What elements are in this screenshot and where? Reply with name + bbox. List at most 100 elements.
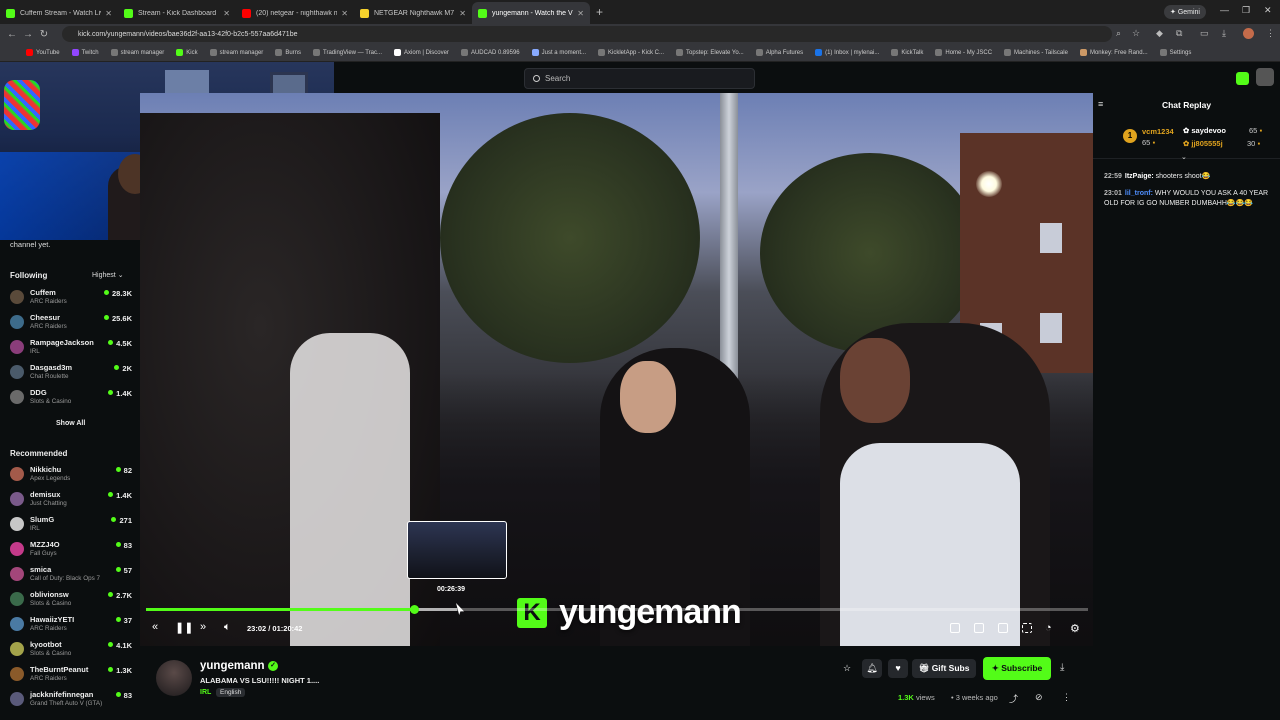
recommended-channel[interactable]: kyootbot Slots & Casino 4.1K <box>10 639 132 661</box>
following-channel[interactable]: Cuffem ARC Raiders 28.3K <box>10 287 132 309</box>
maximize-icon[interactable]: ❐ <box>1242 5 1250 16</box>
gemini-button[interactable]: ✦ Gemini <box>1164 5 1206 19</box>
fast-forward-icon[interactable]: » <box>200 621 206 633</box>
rewind-icon[interactable]: « <box>152 621 158 633</box>
star-icon[interactable]: ☆ <box>1132 28 1140 39</box>
fullscreen-icon[interactable] <box>1022 623 1032 633</box>
bell-icon[interactable]: 🔔︎ <box>862 659 882 678</box>
gift-subs-button[interactable]: 🎁︎ Gift Subs <box>912 659 976 678</box>
bookmark[interactable]: Just a moment... <box>531 49 586 56</box>
volume-icon[interactable]: 🔈︎ <box>224 621 231 634</box>
bookmark[interactable]: Settings <box>1159 49 1191 56</box>
recommended-channel[interactable]: smica Call of Duty: Black Ops 7 57 <box>10 564 132 586</box>
clip-icon[interactable] <box>974 623 984 633</box>
menu-dots-icon[interactable]: ⋮ <box>1266 28 1275 39</box>
bookmark[interactable]: Kick <box>176 49 198 56</box>
browser-tab-2[interactable]: Stream - Kick Dashboard ✕ <box>118 2 236 24</box>
channel-avatar[interactable] <box>156 660 192 696</box>
bookmark-icon <box>755 49 763 56</box>
bookmark[interactable]: Alpha Futures <box>755 49 803 56</box>
seek-bar[interactable] <box>146 605 1088 614</box>
video-player[interactable]: 00:26:39 K yungemann « ❚❚ » 🔈︎ 23:02 / 0… <box>140 93 1093 646</box>
search-input[interactable]: Search <box>524 68 755 89</box>
download-icon[interactable]: ⤓ <box>1060 662 1064 673</box>
minimize-icon[interactable]: — <box>1220 5 1229 15</box>
sort-dropdown[interactable]: Highest ⌄ <box>92 271 124 279</box>
bookmark[interactable]: Burns <box>275 49 301 56</box>
recommended-channel[interactable]: MZZJ4O Fall Guys 83 <box>10 539 132 561</box>
recommended-channel[interactable]: TheBurntPeanut ARC Raiders 1.3K <box>10 664 132 686</box>
bookmark[interactable]: AUDCAD 0.89596 <box>460 49 520 56</box>
message-user[interactable]: ItzPaige: <box>1125 173 1154 180</box>
gifter-name[interactable]: vcm1234 <box>1142 127 1174 136</box>
share-icon[interactable]: ⤴ <box>1009 692 1018 705</box>
profile-avatar[interactable] <box>1243 28 1254 39</box>
language-tag[interactable]: English <box>216 688 246 697</box>
recommended-channel[interactable]: oblivionsw Slots & Casino 2.7K <box>10 589 132 611</box>
speed-icon[interactable]: ◔ <box>1045 622 1052 634</box>
bookmark[interactable]: Twitch <box>71 49 99 56</box>
message-user[interactable]: lil_tronf: <box>1125 190 1153 197</box>
show-all-button[interactable]: Show All <box>56 420 85 427</box>
kick-logo-icon[interactable] <box>1236 72 1249 85</box>
user-avatar[interactable] <box>1256 68 1274 86</box>
new-tab-button[interactable]: + <box>596 5 603 19</box>
viewer-count: 4.1K <box>108 641 132 650</box>
channel-name[interactable]: yungemann <box>200 660 265 672</box>
close-tab-icon[interactable]: ✕ <box>105 9 112 18</box>
recommended-channel[interactable]: demisux Just Chatting 1.4K <box>10 489 132 511</box>
reload-icon[interactable]: ↻ <box>36 29 52 40</box>
bookmark[interactable]: YouTube <box>26 49 60 56</box>
bookmark-icon <box>1079 49 1087 56</box>
star-icon[interactable]: ☆ <box>837 659 857 678</box>
following-channel[interactable]: Dasgasd3m Chat Roulette 2K <box>10 362 132 384</box>
theater-mode-icon[interactable] <box>998 623 1008 633</box>
gifter-entry[interactable]: ✿ saydevoo <box>1183 126 1226 135</box>
forward-icon[interactable]: → <box>20 29 36 40</box>
following-channel[interactable]: Cheesur ARC Raiders 25.6K <box>10 312 132 334</box>
following-channel[interactable]: RampageJackson IRL 4.5K <box>10 337 132 359</box>
mini-player-icon[interactable] <box>950 623 960 633</box>
browser-tab-3[interactable]: (20) netgear - nighthawk m7 p✕ <box>236 2 354 24</box>
close-tab-icon[interactable]: ✕ <box>459 9 466 18</box>
browser-tab-4[interactable]: NETGEAR Nighthawk M7 Pro W ✕ <box>354 2 472 24</box>
bookmark[interactable]: Home - My JSCC <box>935 49 992 56</box>
back-icon[interactable]: ← <box>4 29 20 40</box>
bookmark[interactable]: Topstep: Elevate Yo... <box>676 49 744 56</box>
bookmark[interactable]: Monkey: Free Rand... <box>1079 49 1148 56</box>
bookmark[interactable]: (1) Inbox | mylenai... <box>815 49 879 56</box>
puzzle-icon[interactable]: ⧉ <box>1176 28 1182 39</box>
more-options-icon[interactable]: ⋮ <box>1062 692 1071 703</box>
download-icon[interactable]: ⤓ <box>1222 28 1226 39</box>
close-tab-icon[interactable]: ✕ <box>223 9 230 18</box>
gear-icon[interactable]: ⚙ <box>1070 622 1080 635</box>
gifter-entry[interactable]: ✿ jj805555j <box>1183 139 1223 148</box>
bookmark[interactable]: Axiom | Discover <box>394 49 449 56</box>
browser-tab-5[interactable]: yungemann - Watch the V ✕ <box>472 2 590 24</box>
pause-icon[interactable]: ❚❚ <box>175 621 193 634</box>
close-tab-icon[interactable]: ✕ <box>341 9 348 18</box>
recommended-channel[interactable]: jackknifefinnegan Grand Theft Auto V (GTA… <box>10 689 132 711</box>
chevron-down-icon[interactable]: ⌄ <box>1181 153 1187 161</box>
bookmark[interactable]: KickTalk <box>891 49 923 56</box>
following-channel[interactable]: DDG Slots & Casino 1.4K <box>10 387 132 409</box>
hide-icon[interactable]: ⊘ <box>1035 692 1043 703</box>
recommended-channel[interactable]: SlumG IRL 271 <box>10 514 132 536</box>
close-window-icon[interactable]: ✕ <box>1264 5 1272 16</box>
subscribe-button[interactable]: ✦ Subscribe <box>983 657 1051 680</box>
recommended-channel[interactable]: HawaiizYETI ARC Raiders 37 <box>10 614 132 636</box>
recommended-channel[interactable]: Nikkichu Apex Legends 82 <box>10 464 132 486</box>
bookmark[interactable]: KickletApp - Kick C... <box>598 49 664 56</box>
category-link[interactable]: IRL <box>200 689 211 696</box>
url-field[interactable]: kick.com/yungemann/videos/bae36d2f-aa13-… <box>62 26 1112 42</box>
browser-tab-1[interactable]: Cuffem Stream - Watch Live on ✕ <box>0 2 118 24</box>
sidebar-icon[interactable]: ▭ <box>1200 28 1209 39</box>
close-tab-icon[interactable]: ✕ <box>577 9 584 18</box>
bookmark[interactable]: Machines - Tailscale <box>1004 49 1068 56</box>
extension-icon[interactable]: ◆ <box>1156 28 1163 39</box>
heart-icon[interactable]: ♥ <box>888 659 908 678</box>
bookmark[interactable]: stream manager <box>110 49 164 56</box>
bookmark[interactable]: stream manager <box>209 49 263 56</box>
zoom-icon[interactable]: ⌕ <box>1116 28 1121 39</box>
bookmark[interactable]: TradingView — Trac... <box>313 49 382 56</box>
